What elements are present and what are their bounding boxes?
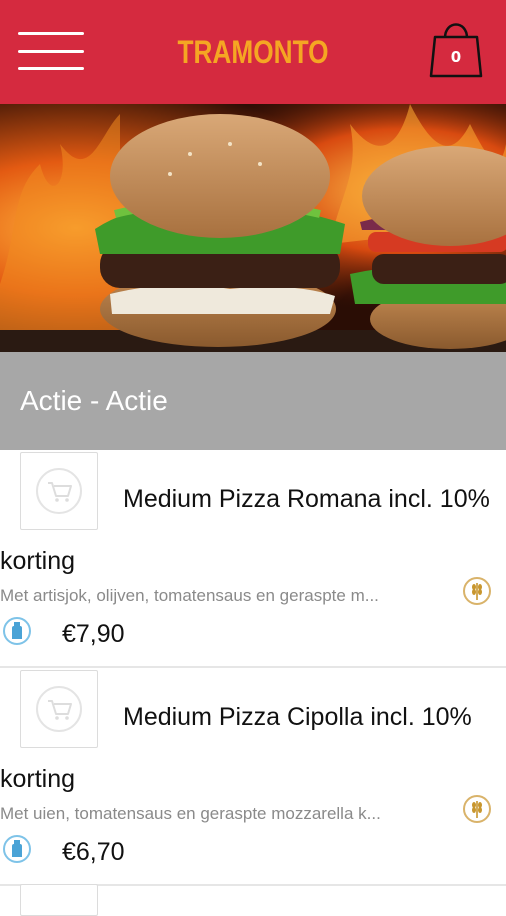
product-item[interactable]: Medium Pizza Romana incl. 10% korting Me… xyxy=(0,450,506,668)
product-price: €6,70 xyxy=(62,838,125,866)
bottle-icon xyxy=(2,834,32,864)
cart-count: 0 xyxy=(450,48,462,66)
product-thumbnail[interactable] xyxy=(20,884,98,916)
product-item[interactable]: Medium Pizza Cipolla incl. 10% korting M… xyxy=(0,668,506,886)
product-title: Medium Pizza Romana incl. 10% korting xyxy=(0,485,490,575)
section-header: Actie - Actie xyxy=(0,352,506,450)
shopping-bag-icon[interactable]: 0 xyxy=(428,14,484,80)
app-header: TRAMONTO 0 xyxy=(0,0,506,104)
wheat-gluten-icon xyxy=(462,576,492,606)
product-description: Met artisjok, olijven, tomatensaus en ge… xyxy=(0,586,379,605)
product-description: Met uien, tomatensaus en geraspte mozzar… xyxy=(0,804,381,823)
product-price: €7,90 xyxy=(62,620,125,648)
section-title: Actie - Actie xyxy=(20,385,168,416)
brand-title: TRAMONTO xyxy=(177,34,329,70)
hero-banner-image xyxy=(0,104,506,352)
bottle-icon xyxy=(2,616,32,646)
wheat-gluten-icon xyxy=(462,794,492,824)
product-title: Medium Pizza Cipolla incl. 10% korting xyxy=(0,703,472,793)
